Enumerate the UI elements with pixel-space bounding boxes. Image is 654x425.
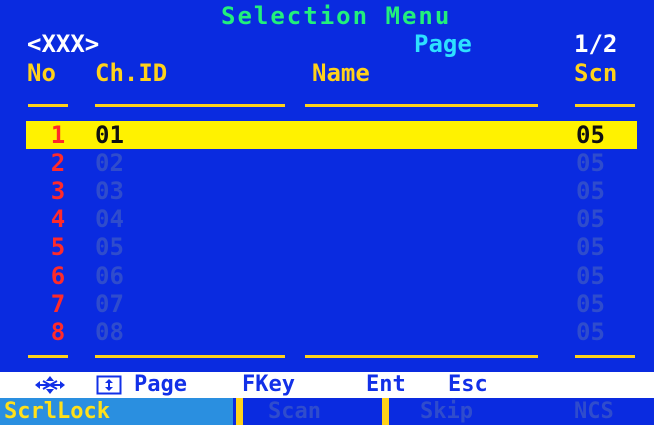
channel-number: 5: [50, 233, 66, 262]
channel-id: 05: [95, 233, 124, 262]
channel-id: 04: [95, 205, 124, 234]
four-way-arrows-icon: [35, 376, 65, 394]
channel-scan-time: 05: [576, 233, 605, 262]
channel-id: 08: [95, 317, 124, 346]
channel-row[interactable]: 8 08 05: [0, 318, 654, 346]
channel-scan-time: 05: [576, 289, 605, 318]
channel-row[interactable]: 7 07 05: [0, 290, 654, 318]
channel-scan-time: 05: [576, 121, 605, 149]
key-hint-bar: Page FKey Ent Esc: [0, 372, 654, 398]
key-fkey[interactable]: FKey: [242, 372, 295, 398]
channel-row[interactable]: 3 03 05: [0, 177, 654, 205]
channel-number: 8: [50, 317, 66, 346]
column-header-scn: Scn: [574, 59, 618, 87]
channel-scan-time: 05: [576, 177, 605, 206]
page-title: Selection Menu: [221, 2, 452, 30]
channel-id: 02: [95, 149, 124, 178]
channel-number: 2: [50, 149, 66, 178]
channel-scan-time: 05: [576, 317, 605, 346]
column-header-no: No: [27, 59, 56, 87]
key-enter[interactable]: Ent: [366, 372, 406, 398]
channel-scan-time: 05: [576, 149, 605, 178]
channel-row[interactable]: 4 04 05: [0, 205, 654, 233]
channel-scan-time: 05: [576, 261, 605, 290]
channel-number: 4: [50, 205, 66, 234]
selection-menu-screen: Selection Menu <XXX> Page 1/2 No Ch.ID N…: [0, 0, 654, 425]
key-page[interactable]: Page: [134, 372, 187, 398]
channel-id: 07: [95, 289, 124, 318]
channel-id: 06: [95, 261, 124, 290]
status-separator: [382, 398, 389, 425]
status-scrllock: ScrlLock: [4, 399, 110, 424]
channel-row[interactable]: 6 06 05: [0, 262, 654, 290]
status-bar: ScrlLock Scan Skip NCS: [0, 398, 654, 425]
page-number: 1/2: [574, 30, 618, 58]
channel-row[interactable]: 2 02 05: [0, 149, 654, 177]
channel-row[interactable]: 1 01 05: [26, 121, 637, 149]
channel-number: 1: [50, 121, 66, 149]
status-ncs: NCS: [574, 399, 614, 424]
channel-number: 6: [50, 261, 66, 290]
status-scan: Scan: [268, 399, 321, 424]
channel-row[interactable]: 5 05 05: [0, 233, 654, 261]
channel-id: 03: [95, 177, 124, 206]
channel-scan-time: 05: [576, 205, 605, 234]
breadcrumb: <XXX>: [27, 30, 100, 58]
up-down-arrow-key-icon: [96, 375, 122, 395]
channel-id: 01: [95, 121, 124, 149]
page-label: Page: [414, 30, 472, 58]
channel-number: 3: [50, 177, 66, 206]
status-separator: [236, 398, 243, 425]
column-header-chid: Ch.ID: [95, 59, 168, 87]
column-header-name: Name: [312, 59, 370, 87]
key-escape[interactable]: Esc: [448, 372, 488, 398]
status-skip: Skip: [420, 399, 473, 424]
channel-number: 7: [50, 289, 66, 318]
